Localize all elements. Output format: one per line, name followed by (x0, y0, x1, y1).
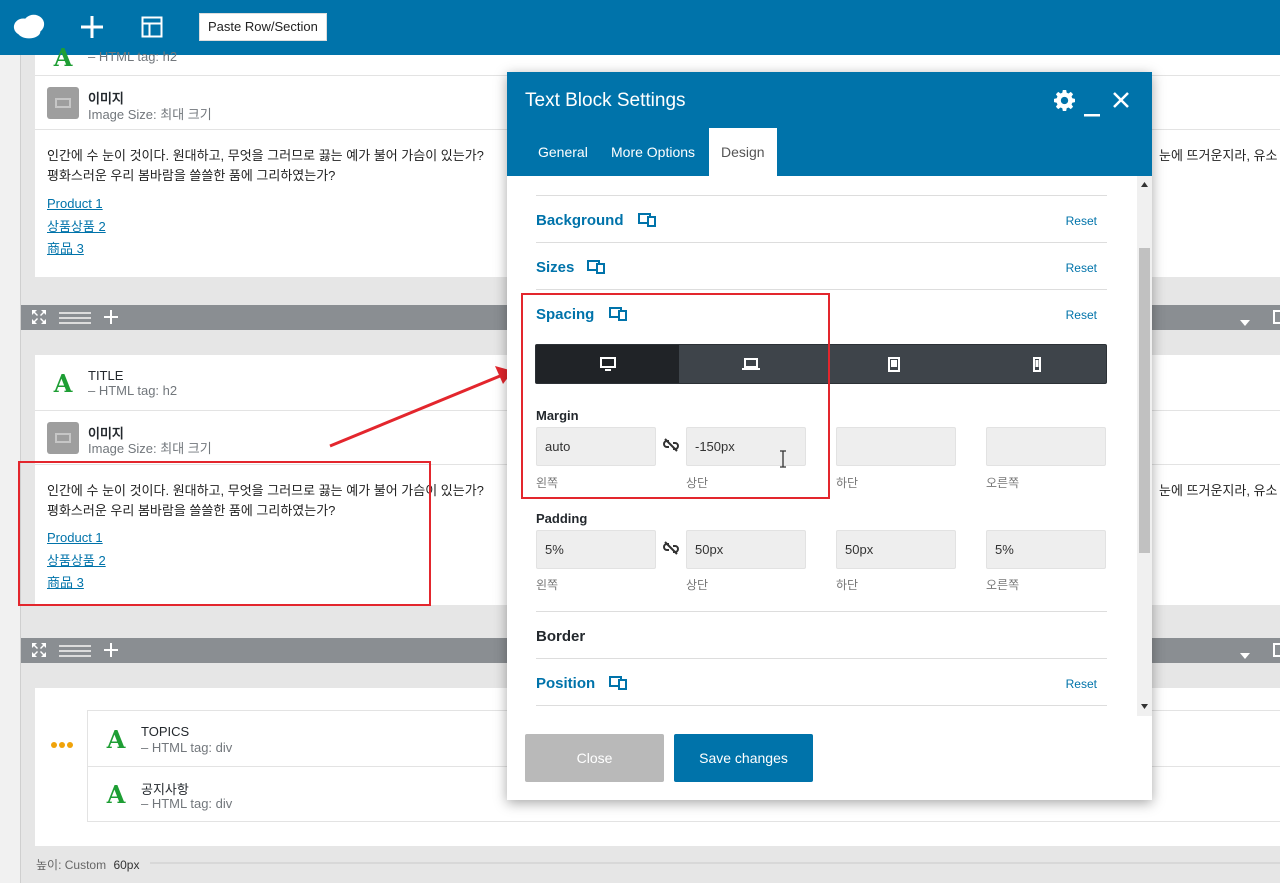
module-subtitle: Image Size: 최대 크기 (88, 441, 212, 456)
section-border[interactable]: Border (536, 612, 1107, 659)
scroll-down-icon[interactable] (1141, 704, 1148, 709)
reset-link[interactable]: Reset (1066, 214, 1097, 228)
reset-link[interactable]: Reset (1066, 261, 1097, 275)
module-subtitle: – HTML tag: div (141, 740, 233, 755)
dialog-header: Text Block Settings General More Options… (507, 72, 1152, 176)
device-tablet-button[interactable] (822, 345, 965, 383)
section-position[interactable]: Position Reset (536, 659, 1107, 706)
paragraph-line-overflow: 눈에 뜨거운지라, 유소 (1159, 483, 1278, 498)
dialog-scrollbar[interactable] (1137, 176, 1152, 716)
padding-left-input[interactable]: 5% (536, 530, 656, 569)
builder-toolbar: Paste Row/Section (0, 0, 1280, 55)
tab-general[interactable]: General (526, 128, 600, 176)
padding-label: Padding (536, 511, 588, 526)
heading-module-icon: A (53, 368, 73, 398)
annotation-box (521, 293, 830, 499)
close-button[interactable]: Close (525, 734, 664, 782)
section-background[interactable]: Background Reset (536, 196, 1107, 243)
responsive-icon[interactable] (609, 676, 627, 690)
padding-right-input[interactable]: 5% (986, 530, 1106, 569)
field-caption: 상단 (686, 578, 709, 592)
mobile-icon (1032, 356, 1041, 372)
drag-handle-icon[interactable] (59, 311, 91, 329)
close-icon[interactable] (1113, 92, 1129, 113)
save-changes-button[interactable]: Save changes (674, 734, 813, 782)
module-title: TITLE (88, 368, 124, 383)
field-caption: 오른쪽 (986, 578, 1020, 592)
section-title: Background (536, 212, 624, 229)
heading-module-icon: A (106, 779, 126, 809)
field-caption: 왼쪽 (536, 578, 559, 592)
scroll-up-icon[interactable] (1141, 182, 1148, 187)
previous-section-tail (536, 176, 1107, 196)
unlink-icon[interactable] (663, 540, 679, 556)
module-subtitle: – HTML tag: div (141, 796, 233, 811)
paste-row-button[interactable]: Paste Row/Section (199, 13, 327, 41)
more-dots-icon[interactable] (51, 735, 73, 753)
minimize-icon[interactable] (1084, 105, 1100, 123)
responsive-icon[interactable] (587, 260, 605, 274)
height-label: 높이: Custom (36, 858, 107, 872)
image-module-icon (47, 87, 79, 119)
plus-icon[interactable] (75, 10, 109, 44)
module-subtitle: Image Size: 최대 크기 (88, 107, 212, 122)
section-title: Sizes (536, 259, 575, 276)
annotation-box (18, 461, 431, 606)
layout-icon[interactable] (135, 10, 169, 44)
duplicate-icon[interactable] (1273, 310, 1280, 328)
tab-design[interactable]: Design (709, 128, 777, 176)
section-title: Position (536, 675, 596, 692)
section-title: Border (536, 628, 586, 645)
field-caption: 하단 (836, 476, 859, 490)
tab-more-options[interactable]: More Options (599, 128, 707, 176)
add-row-icon[interactable] (103, 309, 119, 329)
margin-bottom-input[interactable] (836, 427, 956, 466)
padding-top-input[interactable]: 50px (686, 530, 806, 569)
gear-icon[interactable] (1054, 90, 1075, 116)
annotation-arrow (329, 366, 513, 448)
paragraph-line-overflow: 눈에 뜨거운지라, 유소 (1159, 148, 1278, 163)
heading-module-icon: A (106, 724, 126, 754)
divider (150, 862, 1280, 864)
product-link[interactable]: 商品 3 (47, 238, 84, 257)
height-value: 60px (113, 858, 140, 872)
reset-link[interactable]: Reset (1066, 308, 1097, 322)
reset-link[interactable]: Reset (1066, 677, 1097, 691)
image-module-icon (47, 422, 79, 454)
product-link[interactable]: Product 1 (47, 196, 103, 211)
expand-icon[interactable] (31, 642, 47, 662)
add-row-icon[interactable] (103, 642, 119, 662)
scrollbar-thumb[interactable] (1139, 248, 1150, 553)
duplicate-icon[interactable] (1273, 643, 1280, 661)
tablet-icon (887, 356, 900, 372)
responsive-icon[interactable] (638, 213, 656, 227)
margin-right-input[interactable] (986, 427, 1106, 466)
module-title: TOPICS (141, 724, 190, 739)
drag-handle-icon[interactable] (59, 644, 91, 662)
expand-icon[interactable] (31, 309, 47, 329)
heading-module-icon: A (53, 42, 73, 72)
chevron-down-icon[interactable] (1240, 647, 1250, 663)
field-caption: 오른쪽 (986, 476, 1020, 490)
cloud-logo-icon[interactable] (12, 10, 46, 44)
padding-bottom-input[interactable]: 50px (836, 530, 956, 569)
dialog-title: Text Block Settings (525, 90, 686, 111)
module-subtitle: – HTML tag: h2 (88, 49, 178, 64)
product-link[interactable]: 상품상품 2 (47, 216, 106, 235)
module-subtitle: – HTML tag: h2 (88, 383, 178, 398)
device-mobile-button[interactable] (965, 345, 1108, 383)
chevron-down-icon[interactable] (1240, 314, 1250, 330)
section-sizes[interactable]: Sizes Reset (536, 243, 1107, 290)
height-indicator: 높이: Custom 60px (36, 856, 139, 873)
field-caption: 하단 (836, 578, 859, 592)
